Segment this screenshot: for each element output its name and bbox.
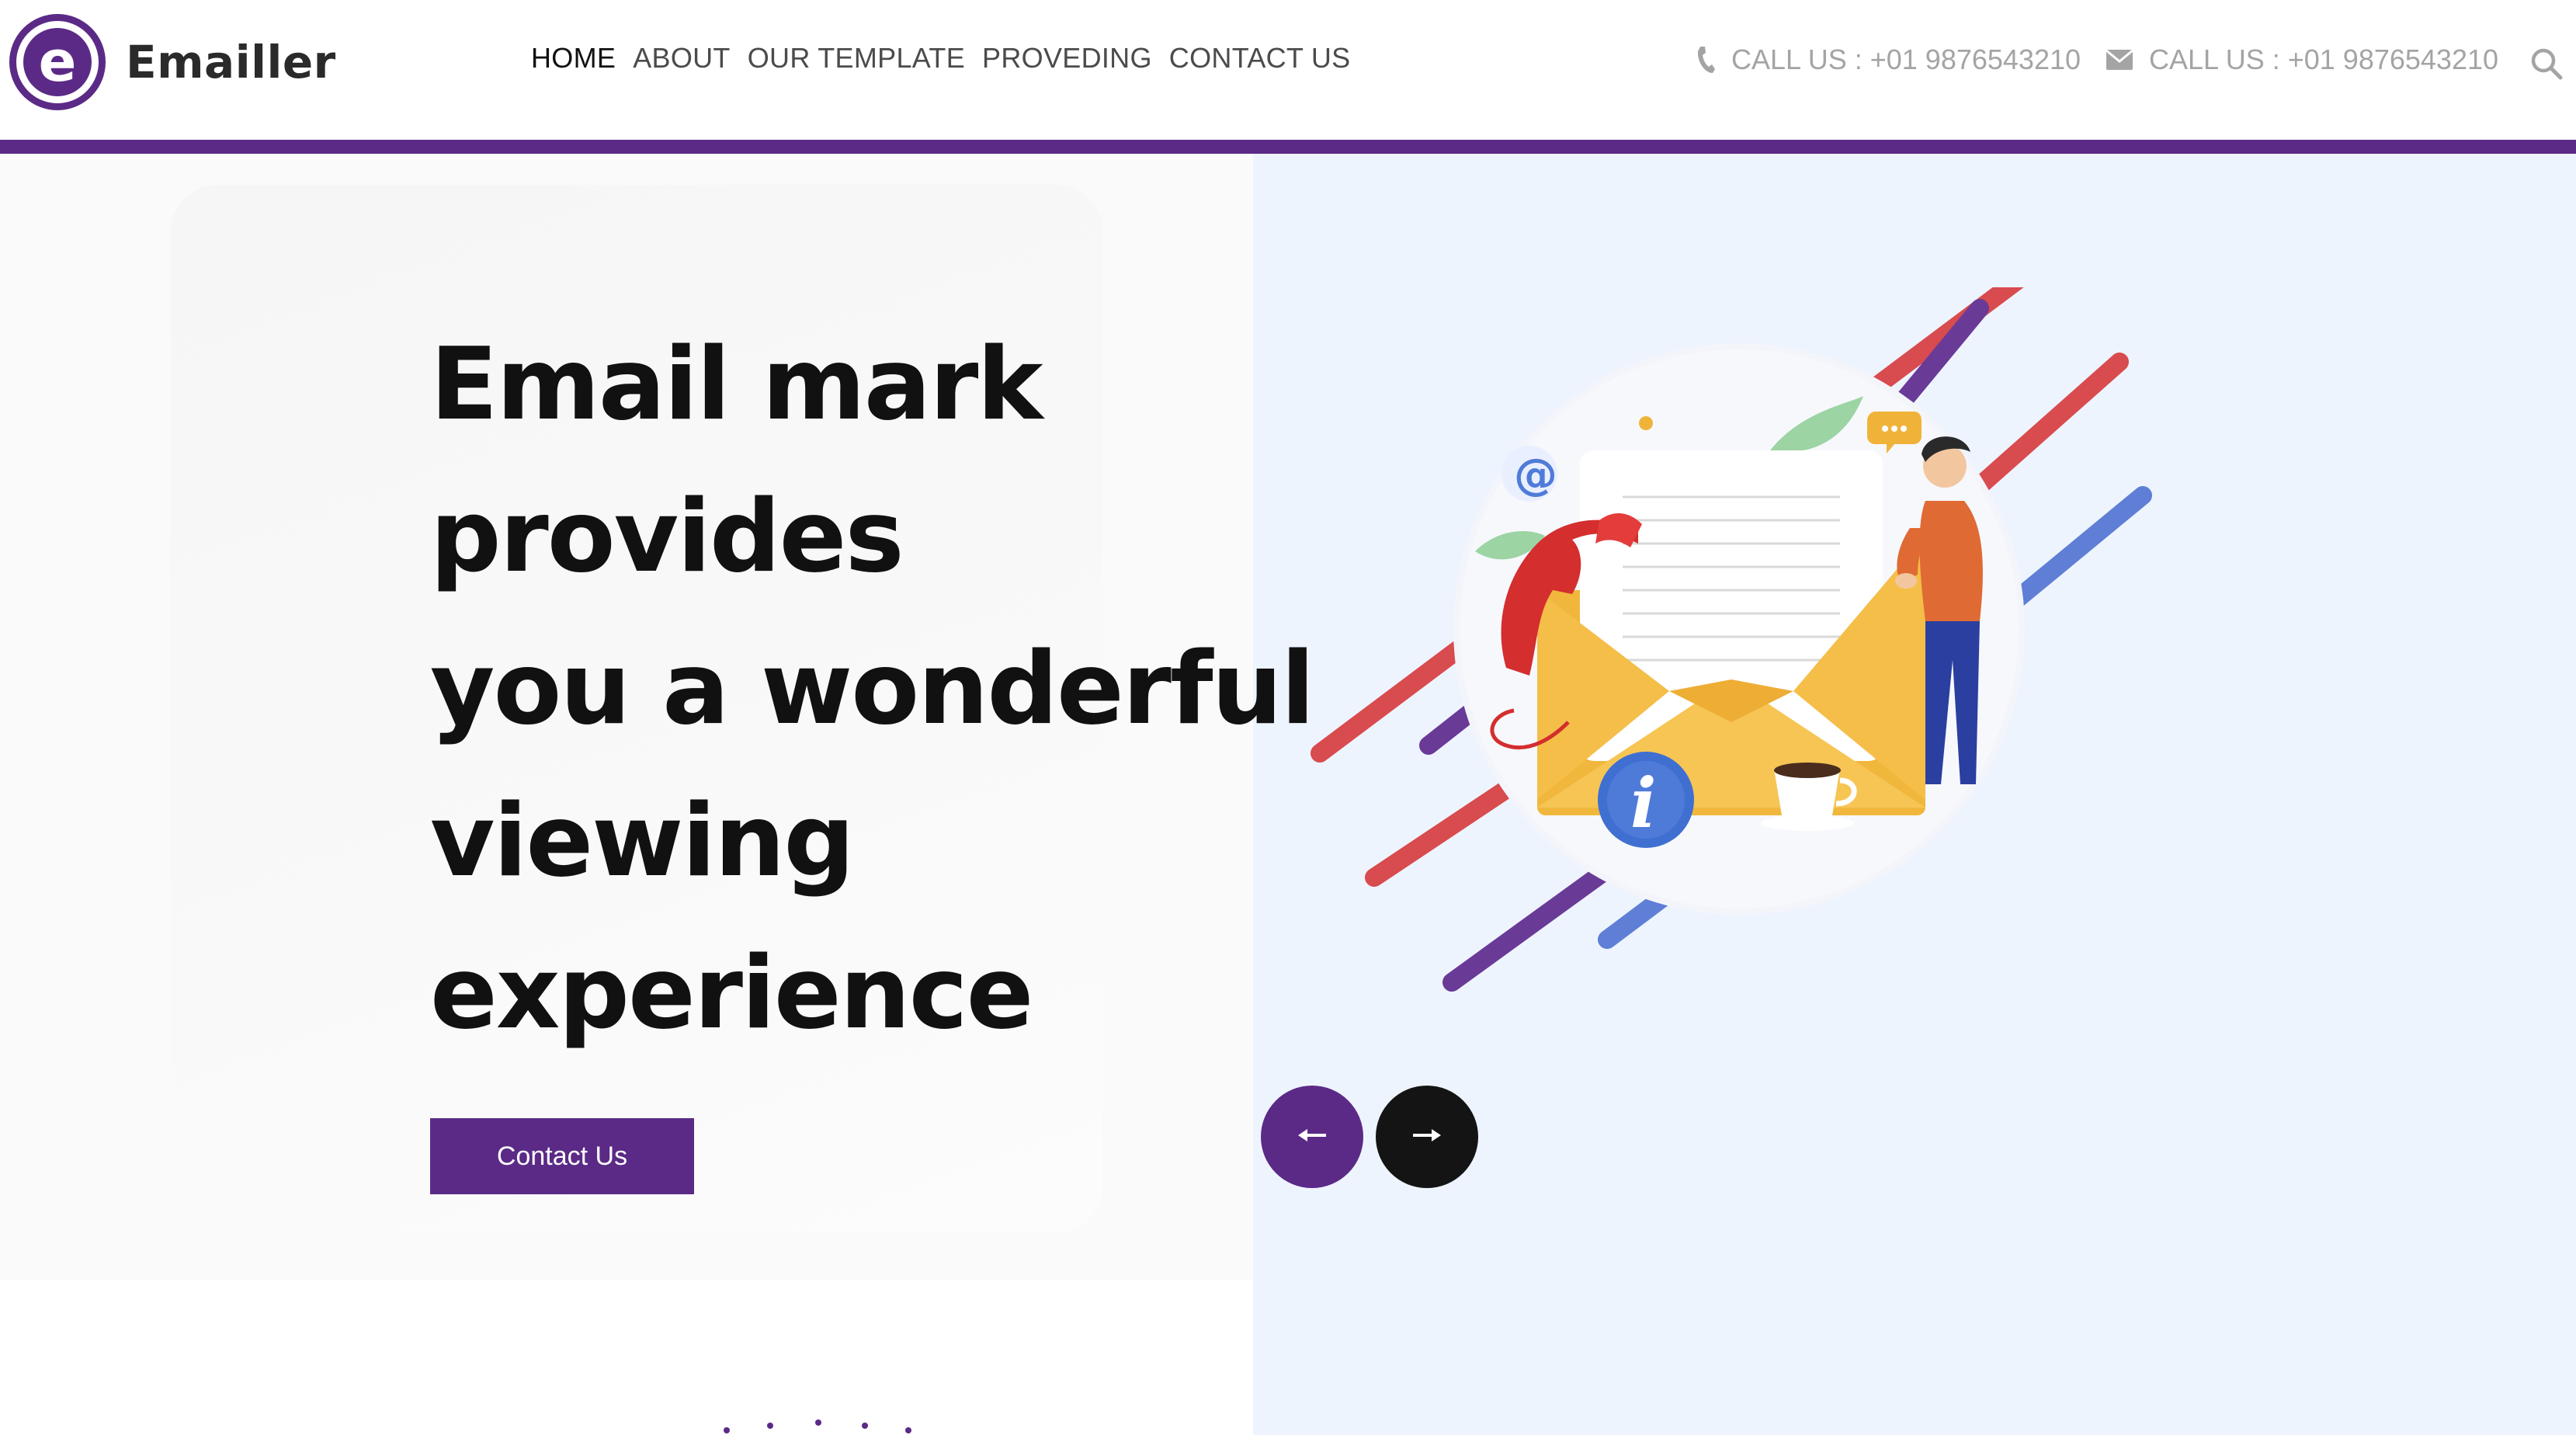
nav-item-about[interactable]: ABOUT xyxy=(633,42,731,75)
logo-icon: e xyxy=(9,14,106,110)
contact-us-button[interactable]: Contact Us xyxy=(430,1118,694,1194)
site-header: e Emailler HOME ABOUT OUR TEMPLATE PROVE… xyxy=(0,0,2576,140)
hero-headline: Email mark provides you a wonderful view… xyxy=(430,309,1362,1070)
slider-next-button[interactable] xyxy=(1376,1086,1478,1188)
headline-line-2: provides xyxy=(430,479,904,595)
main-nav: HOME ABOUT OUR TEMPLATE PROVEDING CONTAC… xyxy=(531,42,1350,75)
arrow-right-icon xyxy=(1411,1127,1442,1148)
contact-email-text: CALL US : +01 9876543210 xyxy=(2149,43,2499,75)
headline-line-1: Email mark xyxy=(430,327,1043,443)
svg-text:@: @ xyxy=(1514,450,1557,500)
headline-line-3: you a wonderful xyxy=(430,631,1315,747)
nav-item-home[interactable]: HOME xyxy=(531,42,616,75)
header-accent-bar xyxy=(0,140,2576,154)
svg-text:i: i xyxy=(1630,763,1656,843)
phone-icon xyxy=(1696,45,1716,75)
contact-phone[interactable]: CALL US : +01 9876543210 xyxy=(1696,43,2081,76)
nav-item-our-template[interactable]: OUR TEMPLATE xyxy=(748,42,965,75)
decorative-dots xyxy=(699,1413,932,1435)
envelope-icon xyxy=(2106,49,2133,71)
contact-phone-text: CALL US : +01 9876543210 xyxy=(1731,43,2081,75)
hero-lower-band xyxy=(0,1280,1253,1435)
logo-letter: e xyxy=(23,28,92,96)
header-contacts: CALL US : +01 9876543210 CALL US : +01 9… xyxy=(1696,43,2534,82)
brand-logo[interactable]: e Emailler xyxy=(9,14,336,110)
contact-email[interactable]: CALL US : +01 9876543210 xyxy=(2106,43,2498,76)
nav-item-proveding[interactable]: PROVEDING xyxy=(982,42,1152,75)
headline-line-4: viewing xyxy=(430,784,855,899)
email-support-illustration: @ i xyxy=(1304,200,2174,1017)
arrow-left-icon xyxy=(1297,1127,1328,1148)
search-icon[interactable] xyxy=(2529,47,2564,81)
brand-name: Emailler xyxy=(126,36,336,89)
nav-item-contact-us[interactable]: CONTACT US xyxy=(1169,42,1351,75)
slider-prev-button[interactable] xyxy=(1261,1086,1363,1188)
headline-line-5: experience xyxy=(430,936,1033,1051)
